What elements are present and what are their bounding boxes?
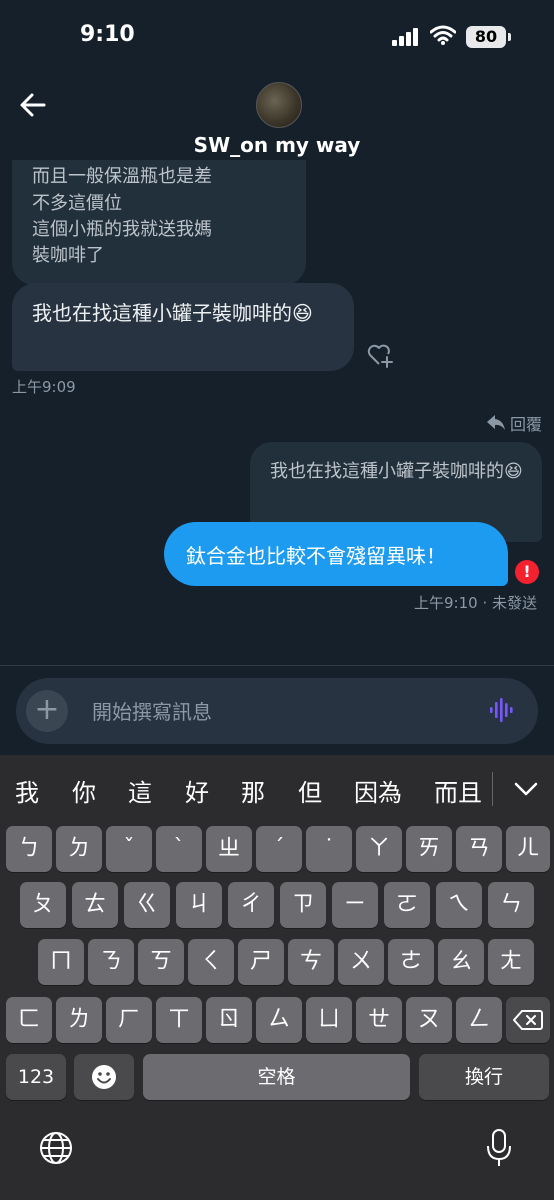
sent-status: 上午9:10 · 未發送	[414, 594, 537, 612]
key[interactable]: ˊ	[256, 826, 302, 872]
back-arrow-icon[interactable]	[18, 90, 48, 120]
key[interactable]: ㄊ	[72, 882, 118, 928]
key[interactable]: ㄝ	[356, 997, 402, 1043]
key[interactable]: ㄐ	[176, 882, 222, 928]
key[interactable]: ㄢ	[456, 826, 502, 872]
key[interactable]: ㄦ	[506, 826, 550, 872]
backspace-icon	[513, 1010, 543, 1030]
key[interactable]: ㄙ	[256, 997, 302, 1043]
key[interactable]: ㄘ	[288, 939, 334, 985]
message-line: 這個小瓶的我就送我媽	[32, 219, 212, 240]
key[interactable]: ㄓ	[206, 826, 252, 872]
suggestion-item[interactable]: 你	[72, 773, 96, 808]
suggestion-item[interactable]: 而且	[434, 773, 482, 808]
key[interactable]: ㄩ	[306, 997, 352, 1043]
status-time: 9:10	[80, 22, 135, 47]
chevron-down-icon[interactable]	[512, 778, 540, 800]
received-timestamp: 上午9:09	[12, 378, 76, 396]
key[interactable]: ㄛ	[384, 882, 430, 928]
microphone-icon[interactable]	[484, 1128, 514, 1168]
key[interactable]: ㄆ	[20, 882, 66, 928]
key[interactable]: ㄨ	[338, 939, 384, 985]
key[interactable]: ˋ	[156, 826, 202, 872]
globe-icon[interactable]	[38, 1130, 74, 1166]
emoji-key[interactable]	[74, 1054, 134, 1100]
key[interactable]: ˙	[306, 826, 352, 872]
battery-indicator: 80	[466, 26, 506, 48]
key[interactable]: ㄗ	[280, 882, 326, 928]
key[interactable]: ㄈ	[6, 997, 52, 1043]
key[interactable]: ㄋ	[88, 939, 134, 985]
key[interactable]: ㄔ	[228, 882, 274, 928]
suggestion-item[interactable]: 因為	[354, 773, 402, 808]
key[interactable]: ㄖ	[206, 997, 252, 1043]
key[interactable]: ㄚ	[356, 826, 402, 872]
reply-label: 回覆	[510, 415, 543, 434]
space-key[interactable]: 空格	[143, 1054, 410, 1100]
heart-plus-icon[interactable]	[366, 342, 394, 368]
cellular-signal-icon	[392, 28, 418, 46]
key[interactable]: ㄅ	[6, 826, 52, 872]
key[interactable]: ㄑ	[188, 939, 234, 985]
received-message-text: 我也在找這種小罐子裝咖啡的😆	[32, 301, 313, 325]
quoted-message-text: 我也在找這種小罐子裝咖啡的😆	[270, 461, 523, 482]
key[interactable]: ㄕ	[238, 939, 284, 985]
key[interactable]: ㄍ	[124, 882, 170, 928]
message-line: 而且一般保溫瓶也是差	[32, 166, 212, 187]
message-input[interactable]	[90, 696, 474, 728]
emoji-icon	[92, 1065, 116, 1089]
suggestion-item[interactable]: 那	[241, 773, 265, 808]
key[interactable]: ㄜ	[388, 939, 434, 985]
key[interactable]: ㄏ	[106, 997, 152, 1043]
key[interactable]: ㄒ	[156, 997, 202, 1043]
key[interactable]: ㄡ	[406, 997, 452, 1043]
key[interactable]: ㄟ	[436, 882, 482, 928]
suggestion-divider	[492, 772, 493, 806]
suggestion-item[interactable]: 這	[128, 773, 152, 808]
suggestion-item[interactable]: 但	[298, 773, 322, 808]
composer-divider	[0, 665, 554, 666]
suggestion-item[interactable]: 我	[15, 773, 39, 808]
sent-message-text: 鈦合金也比較不會殘留異味！	[186, 544, 446, 568]
message-line: 不多這價位	[32, 193, 122, 214]
key[interactable]: ㄎ	[138, 939, 184, 985]
battery-nub	[508, 33, 511, 41]
wifi-icon	[430, 25, 456, 45]
key[interactable]: ㄧ	[332, 882, 378, 928]
backspace-key[interactable]	[506, 997, 550, 1043]
key[interactable]: ㄥ	[456, 997, 502, 1043]
key[interactable]: ㄠ	[438, 939, 484, 985]
key[interactable]: ㄉ	[56, 826, 102, 872]
key[interactable]: ˇ	[106, 826, 152, 872]
key[interactable]: ㄤ	[488, 939, 534, 985]
key[interactable]: ㄞ	[406, 826, 452, 872]
error-icon[interactable]: !	[515, 560, 539, 584]
key[interactable]: ㄇ	[38, 939, 84, 985]
reply-arrow-icon	[487, 415, 505, 430]
contact-avatar[interactable]	[256, 82, 302, 128]
message-line: 裝咖啡了	[32, 245, 104, 266]
key[interactable]: ㄌ	[56, 997, 102, 1043]
return-key[interactable]: 換行	[419, 1054, 549, 1100]
key[interactable]: ㄣ	[488, 882, 534, 928]
numbers-key[interactable]: 123	[6, 1054, 66, 1100]
add-media-button[interactable]: +	[26, 690, 68, 732]
previous-message-bubble[interactable]: 而且一般保溫瓶也是差 不多這價位 這個小瓶的我就送我媽 裝咖啡了	[12, 160, 306, 285]
voice-message-icon[interactable]	[488, 696, 516, 724]
suggestion-item[interactable]: 好	[185, 773, 209, 808]
contact-name[interactable]: SW_on my way	[0, 133, 554, 157]
